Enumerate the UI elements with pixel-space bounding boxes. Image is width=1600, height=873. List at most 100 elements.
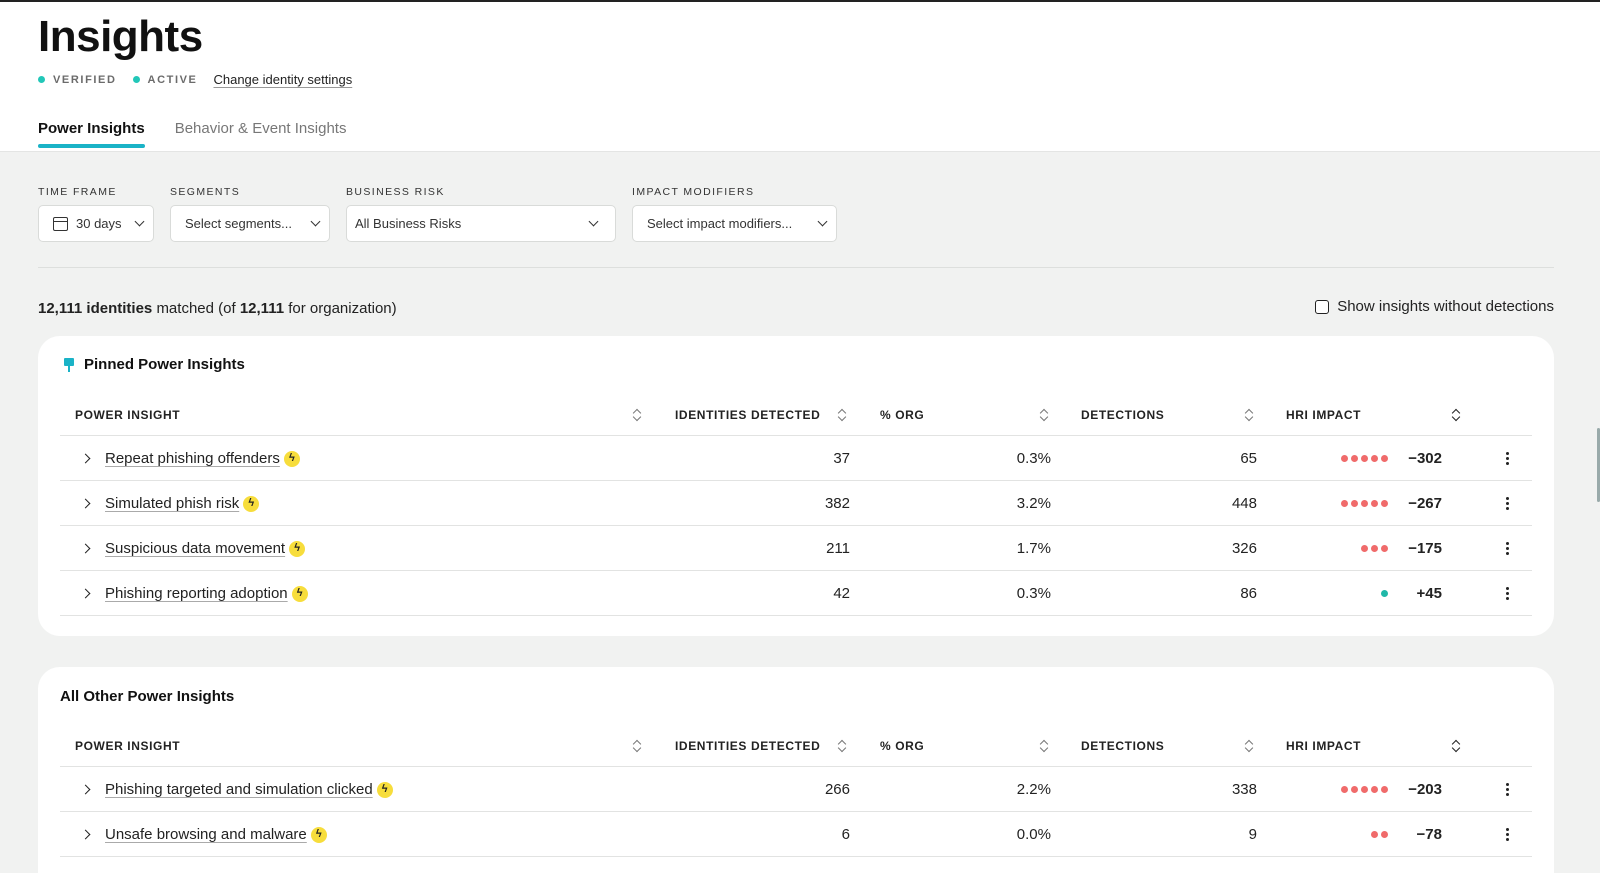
tab-power-insights[interactable]: Power Insights xyxy=(38,120,145,148)
severity-dot-icon xyxy=(1361,500,1368,507)
col-power-insight[interactable]: POWER INSIGHT xyxy=(75,408,180,422)
tab-behavior-event-insights[interactable]: Behavior & Event Insights xyxy=(175,120,347,147)
expand-chevron-icon[interactable] xyxy=(80,436,92,481)
more-options-button[interactable] xyxy=(1502,526,1512,571)
identity-status-row: VERIFIED ACTIVE Change identity settings xyxy=(38,72,352,87)
col-org[interactable]: % ORG xyxy=(880,739,924,753)
lightning-icon: ϟ xyxy=(310,826,327,843)
detections-value: 65 xyxy=(1240,450,1257,467)
show-without-detections-label: Show insights without detections xyxy=(1337,298,1554,315)
col-detections[interactable]: DETECTIONS xyxy=(1081,739,1164,753)
table-row[interactable]: Phishing reporting adoption ϟ 42 0.3% 86… xyxy=(60,571,1532,616)
table-row[interactable]: Suspicious data movement ϟ 211 1.7% 326 … xyxy=(60,526,1532,571)
filter-segments: SEGMENTS Select segments... xyxy=(170,186,330,242)
insight-name-cell[interactable]: Phishing targeted and simulation clicked… xyxy=(105,767,393,812)
sort-icon[interactable] xyxy=(633,409,641,421)
severity-dot-icon xyxy=(1381,831,1388,838)
sort-icon[interactable] xyxy=(1245,740,1253,752)
insight-name[interactable]: Phishing targeted and simulation clicked xyxy=(105,781,373,798)
table-row[interactable]: Repeat phishing offenders ϟ 37 0.3% 65 −… xyxy=(60,436,1532,481)
insight-name[interactable]: Suspicious data movement xyxy=(105,540,285,557)
insight-name-cell[interactable]: Phishing reporting adoption ϟ xyxy=(105,571,308,616)
insight-name[interactable]: Unsafe browsing and malware xyxy=(105,826,307,843)
time-frame-value: 30 days xyxy=(76,216,122,231)
sort-icon[interactable] xyxy=(1452,740,1460,752)
business-risk-dropdown[interactable]: All Business Risks xyxy=(346,205,616,242)
col-identities-detected[interactable]: IDENTITIES DETECTED xyxy=(675,408,820,422)
col-power-insight[interactable]: POWER INSIGHT xyxy=(75,739,180,753)
lightning-icon: ϟ xyxy=(243,495,260,512)
insight-name-cell[interactable]: Repeat phishing offenders ϟ xyxy=(105,436,300,481)
col-hri-impact[interactable]: HRI IMPACT xyxy=(1286,408,1361,422)
lightning-icon: ϟ xyxy=(291,585,308,602)
sort-icon[interactable] xyxy=(633,740,641,752)
table-header: POWER INSIGHT IDENTITIES DETECTED % ORG … xyxy=(60,394,1532,436)
matched-label: identities xyxy=(86,300,153,317)
hri-severity-dots xyxy=(1290,812,1388,857)
more-options-button[interactable] xyxy=(1502,767,1512,812)
severity-dot-icon xyxy=(1341,786,1348,793)
status-verified-label: VERIFIED xyxy=(53,73,117,86)
lightning-icon: ϟ xyxy=(289,540,306,557)
expand-chevron-icon[interactable] xyxy=(80,526,92,571)
sort-icon[interactable] xyxy=(1040,740,1048,752)
table-row[interactable]: Simulated phish risk ϟ 382 3.2% 448 −267 xyxy=(60,481,1532,526)
detections-value: 338 xyxy=(1231,781,1257,798)
sort-icon[interactable] xyxy=(1452,409,1460,421)
status-dot-icon xyxy=(132,76,140,83)
segments-value: Select segments... xyxy=(185,216,292,231)
filter-bar: TIME FRAME 30 days SEGMENTS Select segme… xyxy=(38,186,853,242)
sort-icon[interactable] xyxy=(1245,409,1253,421)
severity-dot-icon xyxy=(1371,500,1378,507)
hri-impact-value: −302 xyxy=(1408,450,1442,467)
time-frame-dropdown[interactable]: 30 days xyxy=(38,205,154,242)
col-identities-detected[interactable]: IDENTITIES DETECTED xyxy=(675,739,820,753)
segments-dropdown[interactable]: Select segments... xyxy=(170,205,330,242)
expand-chevron-icon[interactable] xyxy=(80,767,92,812)
insight-name[interactable]: Phishing reporting adoption xyxy=(105,585,288,602)
change-identity-settings-link[interactable]: Change identity settings xyxy=(213,72,352,87)
severity-dot-icon xyxy=(1371,545,1378,552)
impact-modifiers-dropdown[interactable]: Select impact modifiers... xyxy=(632,205,837,242)
insight-name-cell[interactable]: Simulated phish risk ϟ xyxy=(105,481,260,526)
table-row[interactable]: Unsafe browsing and malware ϟ 6 0.0% 9 −… xyxy=(60,812,1532,857)
identities-detected-value: 42 xyxy=(833,585,850,602)
sort-icon[interactable] xyxy=(838,740,846,752)
lightning-icon: ϟ xyxy=(376,781,393,798)
insight-name-cell[interactable]: Suspicious data movement ϟ xyxy=(105,526,306,571)
insight-name[interactable]: Repeat phishing offenders xyxy=(105,450,280,467)
severity-dot-icon xyxy=(1381,590,1388,597)
hri-severity-dots xyxy=(1290,526,1388,571)
severity-dot-icon xyxy=(1361,786,1368,793)
identities-detected-value: 266 xyxy=(824,781,850,798)
expand-chevron-icon[interactable] xyxy=(80,481,92,526)
detections-value: 448 xyxy=(1231,495,1257,512)
show-without-detections-checkbox[interactable] xyxy=(1315,299,1330,314)
severity-dot-icon xyxy=(1351,455,1358,462)
other-title: All Other Power Insights xyxy=(60,688,235,705)
expand-chevron-icon[interactable] xyxy=(80,812,92,857)
org-label: for organization) xyxy=(288,300,397,317)
table-row[interactable]: Phishing targeted and simulation clicked… xyxy=(60,767,1532,812)
identities-detected-value: 37 xyxy=(833,450,850,467)
chevron-down-icon xyxy=(310,216,321,227)
sort-icon[interactable] xyxy=(838,409,846,421)
more-options-button[interactable] xyxy=(1502,481,1512,526)
severity-dot-icon xyxy=(1381,500,1388,507)
col-org[interactable]: % ORG xyxy=(880,408,924,422)
sort-icon[interactable] xyxy=(1040,409,1048,421)
more-options-button[interactable] xyxy=(1502,571,1512,616)
show-without-detections-toggle[interactable]: Show insights without detections xyxy=(1315,298,1554,315)
chevron-down-icon xyxy=(588,216,599,227)
org-percent-value: 1.7% xyxy=(1016,540,1051,557)
impact-modifiers-value: Select impact modifiers... xyxy=(647,216,793,231)
col-hri-impact[interactable]: HRI IMPACT xyxy=(1286,739,1361,753)
severity-dot-icon xyxy=(1351,786,1358,793)
more-options-button[interactable] xyxy=(1502,812,1512,857)
insight-name-cell[interactable]: Unsafe browsing and malware ϟ xyxy=(105,812,327,857)
col-detections[interactable]: DETECTIONS xyxy=(1081,408,1164,422)
more-options-button[interactable] xyxy=(1502,436,1512,481)
insight-name[interactable]: Simulated phish risk xyxy=(105,495,239,512)
severity-dot-icon xyxy=(1381,455,1388,462)
expand-chevron-icon[interactable] xyxy=(80,571,92,616)
